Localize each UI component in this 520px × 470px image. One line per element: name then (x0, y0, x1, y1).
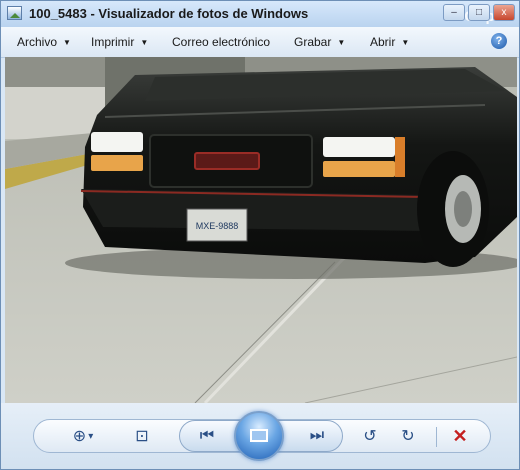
photo-viewer-app-icon[interactable] (7, 6, 22, 20)
toolbar-divider (436, 427, 437, 447)
maximize-button[interactable]: □ (468, 4, 490, 21)
menu-grabar-label: Grabar (294, 35, 332, 49)
window-title: 100_5483 - Visualizador de fotos de Wind… (29, 6, 309, 21)
minimize-button[interactable]: – (443, 4, 465, 21)
photo-viewer-window: 100_5483 - Visualizador de fotos de Wind… (0, 0, 520, 470)
previous-button[interactable]: ⏮ (193, 425, 221, 447)
bottom-toolbar: ⊕ ▾ ⊡ ⏮ ⏭ ↺ ↻ ✕ (1, 403, 519, 469)
menu-grabar[interactable]: Grabar ▼ (294, 35, 345, 49)
photo-display[interactable]: MXE-9888 (5, 57, 517, 403)
menu-archivo-label: Archivo (17, 35, 58, 49)
chevron-down-icon: ▼ (401, 38, 410, 47)
close-button[interactable]: x (493, 4, 515, 21)
delete-button[interactable]: ✕ (447, 425, 473, 447)
menu-imprimir[interactable]: Imprimir ▼ (91, 35, 148, 49)
rotate-right-button[interactable]: ↻ (395, 425, 421, 447)
menu-abrir-label: Abrir (370, 35, 396, 49)
chevron-down-icon: ▾ (88, 430, 94, 442)
window-controls: – □ x (443, 4, 515, 21)
truck-photo: MXE-9888 (5, 57, 517, 403)
slideshow-button[interactable] (234, 411, 284, 461)
next-icon: ⏭ (309, 427, 325, 444)
menu-correo-electronico[interactable]: Correo electrónico (172, 35, 270, 49)
rotate-counterclockwise-icon: ↺ (363, 428, 377, 445)
menu-imprimir-label: Imprimir (91, 35, 135, 49)
zoom-button[interactable]: ⊕ ▾ (65, 425, 101, 447)
actual-size-button[interactable]: ⊡ (129, 425, 155, 447)
magnifier-icon: ⊕ (72, 428, 87, 445)
slideshow-icon (250, 429, 268, 442)
menu-abrir[interactable]: Abrir ▼ (370, 35, 409, 49)
next-button[interactable]: ⏭ (303, 425, 331, 447)
chevron-down-icon: ▼ (63, 38, 71, 47)
delete-icon: ✕ (452, 425, 468, 446)
rotate-clockwise-icon: ↻ (401, 428, 415, 445)
menu-archivo[interactable]: Archivo ▼ (17, 35, 71, 49)
previous-icon: ⏮ (199, 427, 215, 444)
menu-bar: Archivo ▼ Imprimir ▼ Correo electrónico Gr… (1, 27, 519, 58)
actual-size-icon: ⊡ (135, 428, 149, 445)
title-bar[interactable]: 100_5483 - Visualizador de fotos de Wind… (1, 1, 519, 27)
license-plate-text: MXE-9888 (196, 221, 239, 231)
help-icon[interactable]: ? (491, 33, 507, 49)
chevron-down-icon: ▼ (337, 38, 346, 47)
chevron-down-icon: ▼ (140, 38, 149, 47)
menu-correo-label: Correo electrónico (172, 35, 271, 49)
rotate-left-button[interactable]: ↺ (357, 425, 383, 447)
